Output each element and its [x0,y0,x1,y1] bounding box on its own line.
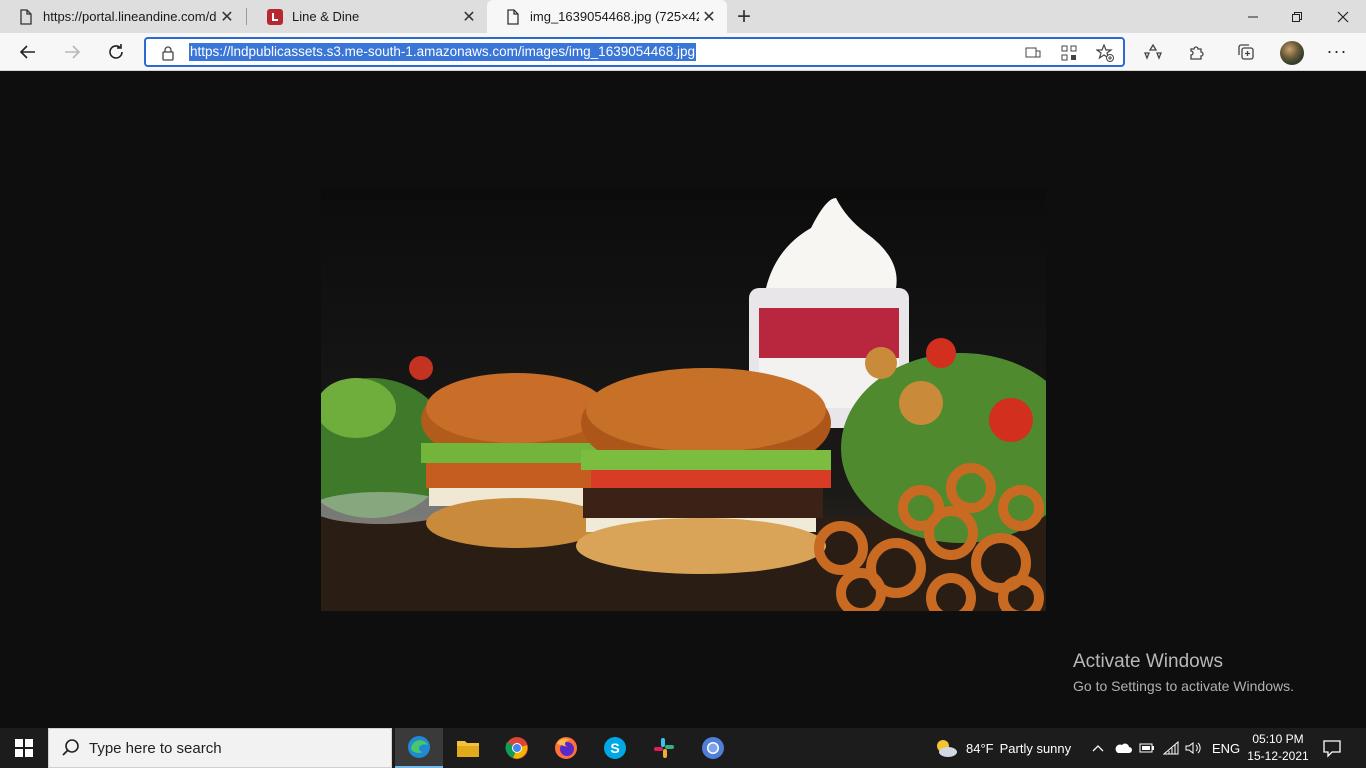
page-icon [505,8,521,25]
windows-logo-icon [15,739,33,757]
slack-icon [654,738,674,758]
forward-button[interactable] [57,37,87,67]
close-window-button[interactable] [1320,0,1366,33]
chevron-up-icon [1092,745,1104,752]
volume-tray[interactable] [1185,728,1201,768]
skype-icon: S [604,737,626,759]
folder-icon [457,741,479,757]
url-text[interactable]: https://lndpublicassets.s3.me-south-1.am… [189,43,697,61]
address-bar[interactable]: https://lndpublicassets.s3.me-south-1.am… [144,37,1125,67]
tab-separator [246,8,247,25]
wifi-icon [1163,741,1179,755]
restore-icon [1292,11,1302,22]
restore-button[interactable] [1274,0,1320,33]
slack-app[interactable] [640,728,688,768]
extensions-icon[interactable] [1185,40,1209,64]
close-tab-icon[interactable]: ✕ [699,7,719,27]
taskbar-search[interactable]: Type here to search [48,728,392,768]
search-placeholder: Type here to search [89,739,222,757]
show-hidden-icons[interactable] [1092,728,1104,768]
back-arrow-icon [19,45,35,59]
battery-tray[interactable] [1139,728,1155,768]
firefox-app[interactable] [542,728,590,768]
tab-title: Line & Dine [292,9,360,24]
notification-icon[interactable] [1322,738,1342,758]
watermark-title: Activate Windows [1073,651,1223,672]
search-icon [62,739,79,756]
chromium-icon [702,737,724,759]
line-dine-favicon [267,8,283,25]
food-illustration [321,198,1046,611]
chrome-icon [505,737,528,759]
extension-recycle-icon[interactable] [1141,40,1165,64]
close-tab-icon[interactable]: ✕ [459,7,479,27]
image-viewer: Activate Windows Go to Settings to activ… [0,71,1366,728]
clock[interactable]: 05:10 PM 15-12-2021 [1246,731,1310,765]
file-explorer-app[interactable] [444,728,492,768]
weather-condition: Partly sunny [999,740,1072,756]
collections-icon[interactable] [1234,40,1258,64]
page-icon [18,8,34,25]
battery-icon [1139,743,1154,753]
close-tab-icon[interactable]: ✕ [217,7,237,27]
skype-app[interactable]: S [591,728,639,768]
lock-icon[interactable] [160,45,176,61]
network-tray[interactable] [1163,728,1179,768]
minimize-icon [1248,16,1258,17]
forward-arrow-icon [65,45,81,59]
clock-time: 05:10 PM [1252,732,1304,746]
minimize-button[interactable] [1230,0,1276,33]
watermark-subtitle: Go to Settings to activate Windows. [1073,678,1294,694]
start-button[interactable] [0,728,48,768]
edge-icon [408,736,430,758]
more-menu-icon[interactable]: ··· [1325,41,1349,65]
partly-sunny-icon [937,740,957,757]
tab-title: https://portal.lineandine.com/do [43,9,217,24]
tab-image-active[interactable]: img_1639054468.jpg (725×423) ✕ [487,0,727,33]
profile-avatar[interactable] [1280,41,1304,65]
tab-portal[interactable]: https://portal.lineandine.com/do ✕ [0,0,245,33]
windows-taskbar: Type here to search S 84°F Partly sunny … [0,728,1366,768]
tab-line-dine[interactable]: Line & Dine ✕ [249,0,487,33]
refresh-icon [109,44,123,59]
edge-app[interactable] [395,728,443,768]
food-image[interactable] [321,188,1046,611]
close-icon [1337,11,1349,22]
chrome-app[interactable] [493,728,541,768]
apps-icon[interactable] [1060,44,1078,62]
chromium-app[interactable] [689,728,737,768]
speaker-icon [1185,742,1201,754]
refresh-button[interactable] [101,37,131,67]
language-indicator[interactable]: ENG [1212,728,1240,768]
tab-strip: https://portal.lineandine.com/do ✕ Line … [0,0,1366,33]
weather-widget[interactable]: 84°F Partly sunny [934,728,1071,768]
svg-text:S: S [610,740,619,756]
back-button[interactable] [13,37,43,67]
browser-toolbar: https://lndpublicassets.s3.me-south-1.am… [0,33,1366,71]
firefox-icon [555,737,577,759]
tab-title: img_1639054468.jpg (725×423) [530,9,699,24]
onedrive-tray[interactable] [1114,728,1132,768]
clock-date: 15-12-2021 [1247,749,1309,763]
new-tab-button[interactable]: + [731,3,757,30]
cloud-icon [1115,743,1132,753]
weather-temp: 84°F [966,740,994,756]
add-favorite-icon[interactable] [1096,44,1114,62]
read-aloud-icon[interactable] [1024,44,1042,62]
activate-windows-watermark: Activate Windows Go to Settings to activ… [1073,651,1294,694]
